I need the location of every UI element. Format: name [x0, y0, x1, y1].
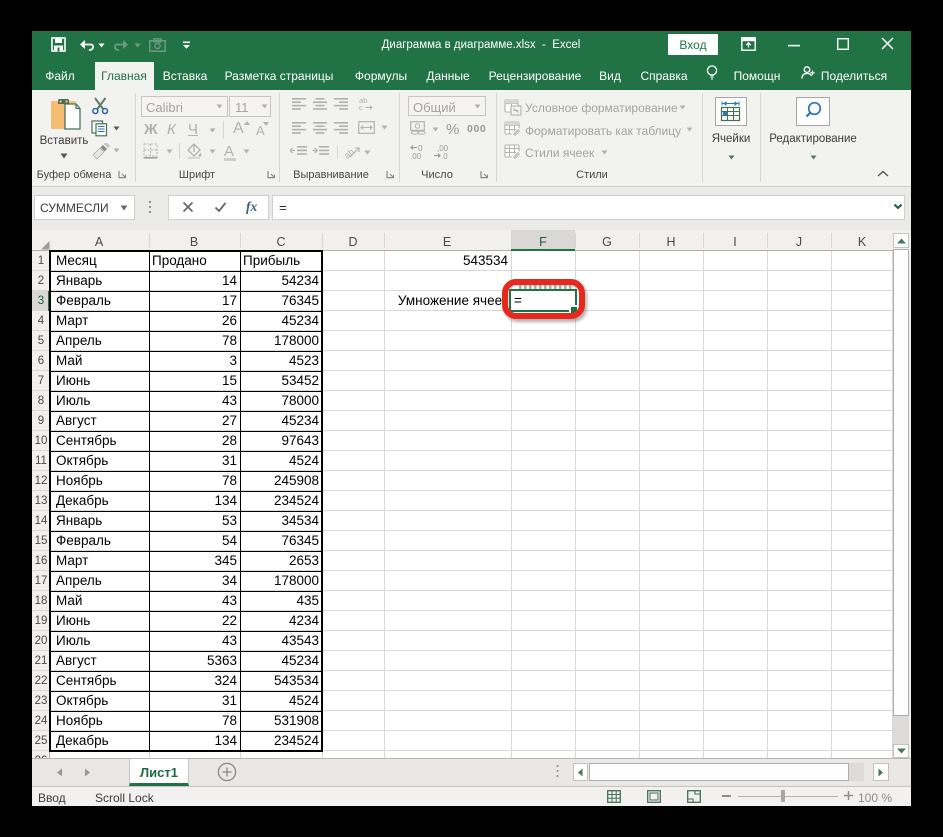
- svg-text:,00: ,00: [410, 152, 422, 159]
- svg-text:c: c: [359, 103, 363, 111]
- svg-text:ab: ab: [345, 147, 356, 160]
- svg-text:,0: ,0: [441, 152, 448, 159]
